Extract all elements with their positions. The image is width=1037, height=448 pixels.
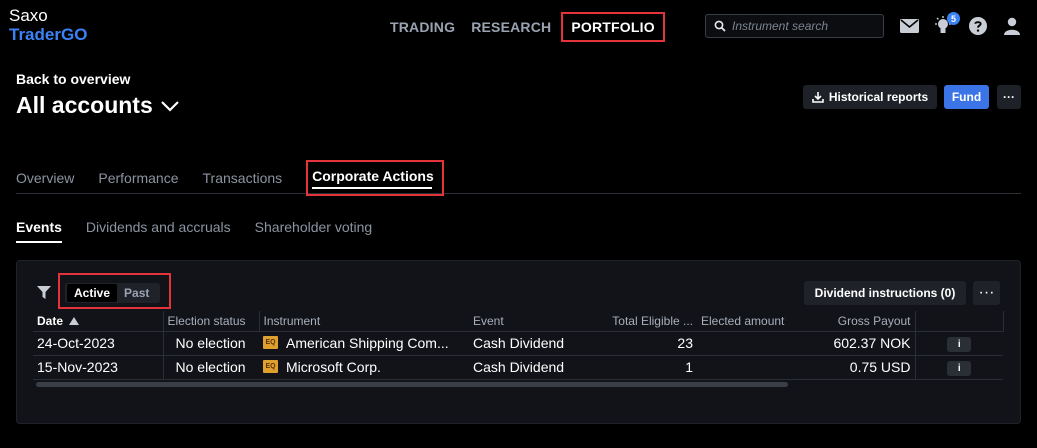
dividend-instructions-button[interactable]: Dividend instructions (0): [804, 281, 966, 305]
column-header-date-label: Date: [37, 313, 64, 328]
cell-total-eligible: 1: [599, 355, 697, 380]
cell-date: 15-Nov-2023: [33, 355, 164, 380]
tab-transactions[interactable]: Transactions: [203, 160, 283, 193]
historical-reports-label: Historical reports: [828, 90, 929, 104]
toggle-past[interactable]: Past: [117, 284, 156, 302]
corporate-actions-subtabs: Events Dividends and accruals Shareholde…: [16, 219, 396, 243]
horizontal-scrollbar[interactable]: [36, 382, 788, 387]
active-tab-underline: [312, 187, 432, 189]
chevron-down-icon: [160, 100, 179, 112]
messages-button[interactable]: [898, 14, 920, 38]
top-navigation: TRADING RESEARCH PORTFOLIO: [390, 12, 665, 42]
filter-button[interactable]: [37, 286, 51, 304]
download-icon: [812, 92, 824, 103]
tab-corporate-actions-label: Corporate Actions: [312, 168, 434, 184]
active-subtab-underline: [16, 241, 62, 243]
brand-line1: Saxo: [9, 6, 48, 25]
brand-logo[interactable]: Saxo TraderGO: [9, 6, 87, 44]
equity-badge: EQ: [263, 335, 278, 349]
subtab-events[interactable]: Events: [16, 219, 62, 243]
tab-overview[interactable]: Overview: [16, 160, 74, 193]
column-header-election-status[interactable]: Election status: [163, 311, 260, 332]
equity-badge: EQ: [263, 359, 278, 373]
portfolio-tabs: Overview Performance Transactions Corpor…: [16, 160, 1021, 196]
subtab-shareholder-voting[interactable]: Shareholder voting: [255, 219, 373, 235]
table-row[interactable]: 15-Nov-2023 No election EQ Microsoft Corp…: [33, 355, 1003, 380]
events-panel: Active Past Dividend instructions (0) ··…: [16, 260, 1021, 424]
cell-instrument: EQ Microsoft Corp.: [259, 355, 469, 380]
column-header-event[interactable]: Event: [469, 311, 599, 332]
historical-reports-button[interactable]: Historical reports: [803, 85, 937, 109]
mail-icon: [899, 19, 919, 33]
info-button[interactable]: i: [947, 337, 972, 352]
nav-trading[interactable]: TRADING: [390, 12, 463, 42]
cell-elected-amount: [697, 331, 807, 356]
instrument-search[interactable]: [705, 14, 884, 38]
cell-date: 24-Oct-2023: [33, 331, 164, 356]
cell-gross-payout: 0.75 USD: [807, 355, 915, 380]
subtab-events-label: Events: [16, 219, 62, 235]
info-button[interactable]: i: [947, 361, 972, 376]
cell-total-eligible: 23: [599, 331, 697, 356]
cell-gross-payout: 602.37 NOK: [807, 331, 915, 356]
nav-research[interactable]: RESEARCH: [463, 12, 559, 42]
cell-actions: i: [914, 331, 1003, 356]
filter-icon: [37, 286, 51, 299]
table-header-row: Date Election status Instrument Event To…: [33, 311, 1004, 332]
user-icon: [1004, 17, 1020, 35]
search-input[interactable]: [732, 19, 872, 33]
cell-event: Cash Dividend: [469, 331, 599, 356]
column-header-actions: [914, 311, 1004, 332]
sort-ascending-icon: [69, 316, 80, 325]
cell-instrument: EQ American Shipping Com...: [259, 331, 469, 356]
active-past-toggle: Active Past: [65, 283, 160, 303]
account-selector[interactable]: All accounts: [16, 92, 180, 119]
status-filter-highlight: Active Past: [58, 273, 171, 309]
column-header-total-eligible[interactable]: Total Eligible ...: [599, 311, 697, 332]
search-icon: [714, 20, 726, 32]
help-icon: [969, 17, 987, 35]
table-row[interactable]: 24-Oct-2023 No election EQ American Shipp…: [33, 331, 1003, 356]
nav-portfolio[interactable]: PORTFOLIO: [561, 12, 665, 42]
cell-event: Cash Dividend: [469, 355, 599, 380]
subtab-dividends-accruals[interactable]: Dividends and accruals: [86, 219, 231, 235]
page-title: All accounts: [16, 92, 153, 118]
column-header-instrument[interactable]: Instrument: [259, 311, 469, 332]
help-button[interactable]: [967, 14, 989, 38]
more-actions-button[interactable]: ···: [997, 85, 1021, 109]
fund-button[interactable]: Fund: [944, 85, 989, 109]
tab-performance[interactable]: Performance: [98, 160, 178, 193]
table-more-button[interactable]: ···: [973, 281, 1000, 305]
tab-corporate-actions[interactable]: Corporate Actions: [306, 160, 444, 196]
events-table: Date Election status Instrument Event To…: [33, 311, 1004, 380]
toggle-active[interactable]: Active: [67, 284, 118, 302]
notification-badge: 5: [947, 12, 960, 25]
ideas-button[interactable]: 5: [932, 12, 960, 38]
back-to-overview-link[interactable]: Back to overview: [16, 71, 130, 87]
cell-actions: i: [914, 355, 1003, 380]
cell-elected-amount: [697, 355, 807, 380]
cell-election-status: No election: [163, 331, 259, 356]
instrument-name: American Shipping Com...: [286, 335, 449, 351]
column-header-elected-amount[interactable]: Elected amount: [697, 311, 807, 332]
column-header-gross-payout[interactable]: Gross Payout: [807, 311, 915, 332]
brand-line2: TraderGO: [9, 25, 88, 44]
profile-button[interactable]: [1001, 14, 1023, 38]
column-header-date[interactable]: Date: [33, 311, 164, 332]
instrument-name: Microsoft Corp.: [286, 359, 381, 375]
cell-election-status: No election: [163, 355, 259, 380]
